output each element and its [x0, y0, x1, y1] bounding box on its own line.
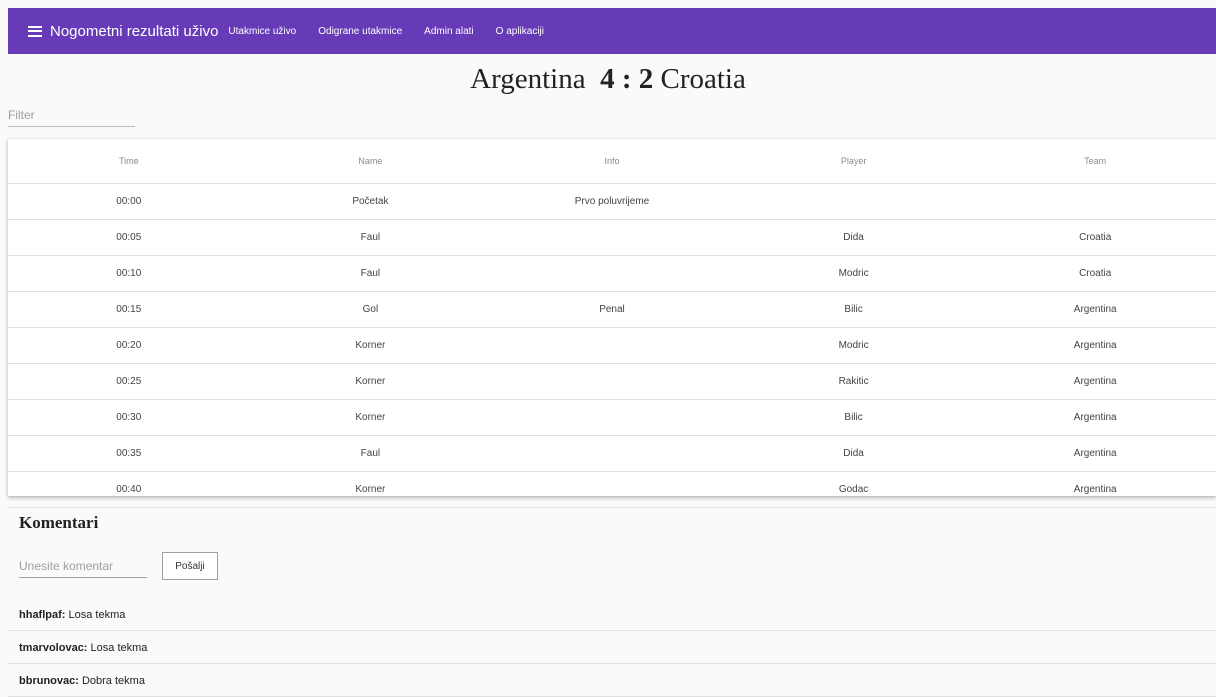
cell-info [491, 363, 733, 400]
comment-text: Losa tekma [68, 609, 126, 621]
cell-player: Rakitic [732, 363, 975, 400]
cell-time: 00:25 [8, 363, 250, 400]
cell-time: 00:30 [8, 399, 250, 436]
list-item: tmarvolovac: Losa tekma [8, 631, 1216, 664]
comment-author: bbrunovac: [19, 675, 79, 687]
cell-time: 00:35 [8, 435, 250, 472]
comment-text: Dobra tekma [81, 675, 145, 687]
cell-time: 00:10 [8, 255, 250, 292]
list-item: bbrunovac: Dobra tekma [8, 664, 1216, 697]
nav-link-live-matches[interactable]: Utakmice uživo [228, 26, 296, 37]
cell-name: Početak [249, 183, 492, 220]
cell-info [491, 435, 733, 472]
cell-info [491, 399, 733, 436]
comments-list: hhaflpaf: Losa tekma tmarvolovac: Losa t… [8, 598, 1216, 697]
table-row: 00:35 Faul Dida Argentina [8, 435, 1216, 472]
list-item: hhaflpaf: Losa tekma [8, 598, 1216, 631]
table-header-row: Time Name Info Player Team [8, 139, 1216, 184]
cell-name: Korner [249, 363, 492, 400]
comment-text: Losa tekma [90, 642, 148, 654]
cell-name: Faul [249, 435, 492, 472]
cell-player: Dida [732, 219, 975, 256]
cell-time: 00:40 [8, 471, 250, 508]
cell-name: Faul [249, 219, 492, 256]
cell-player: Godac [732, 471, 975, 508]
table-row: 00:05 Faul Dida Croatia [8, 219, 1216, 256]
table-row: 00:30 Korner Bilic Argentina [8, 399, 1216, 436]
cell-name: Korner [249, 327, 492, 364]
cell-team: Argentina [974, 363, 1216, 400]
cell-team [974, 183, 1216, 220]
cell-time: 00:05 [8, 219, 250, 256]
top-toolbar: Nogometni rezultati uživo Utakmice uživo… [8, 8, 1216, 54]
cell-info: Prvo poluvrijeme [491, 183, 733, 220]
cell-team: Argentina [974, 291, 1216, 328]
table-row: 00:15 Gol Penal Bilic Argentina [8, 291, 1216, 328]
cell-team: Argentina [974, 435, 1216, 472]
cell-team: Argentina [974, 399, 1216, 436]
cell-player: Modric [732, 255, 975, 292]
cell-name: Korner [249, 471, 492, 508]
comment-author: tmarvolovac: [19, 642, 88, 654]
cell-time: 00:00 [8, 183, 250, 220]
comment-field [19, 557, 147, 578]
table-row: 00:00 Početak Prvo poluvrijeme [8, 183, 1216, 220]
hamburger-menu-icon[interactable] [28, 25, 42, 37]
comment-input[interactable] [19, 559, 147, 573]
cell-team: Croatia [974, 219, 1216, 256]
nav-link-admin-tools[interactable]: Admin alati [424, 26, 473, 37]
table-row: 00:25 Korner Rakitic Argentina [8, 363, 1216, 400]
filter-input[interactable] [8, 108, 135, 122]
events-table-card: Time Name Info Player Team 00:00 Početak… [8, 139, 1216, 508]
cell-team: Croatia [974, 255, 1216, 292]
cell-player [732, 183, 975, 220]
app-title[interactable]: Nogometni rezultati uživo [50, 23, 218, 40]
home-team-name: Argentina [470, 63, 586, 95]
table-row: 00:40 Korner Godac Argentina [8, 471, 1216, 508]
cell-player: Bilic [732, 291, 975, 328]
column-header-team: Team [974, 139, 1216, 184]
column-header-name: Name [249, 139, 492, 184]
away-team-score: 2 [638, 63, 654, 95]
cell-name: Gol [249, 291, 492, 328]
comment-author: hhaflpaf: [19, 609, 66, 621]
table-row: 00:20 Korner Modric Argentina [8, 327, 1216, 364]
cell-name: Faul [249, 255, 492, 292]
cell-info [491, 327, 733, 364]
match-score-heading: Argentina 4 : 2 Croatia [0, 63, 1216, 96]
cell-name: Korner [249, 399, 492, 436]
column-header-info: Info [491, 139, 733, 184]
score-separator: : [621, 63, 632, 95]
events-table: Time Name Info Player Team 00:00 Početak… [8, 139, 1216, 508]
cell-info [491, 255, 733, 292]
filter-field [8, 106, 135, 127]
cell-player: Dida [732, 435, 975, 472]
cell-info: Penal [491, 291, 733, 328]
home-team-score: 4 [600, 63, 615, 95]
cell-team: Argentina [974, 327, 1216, 364]
cell-time: 00:20 [8, 327, 250, 364]
column-header-player: Player [732, 139, 975, 184]
cell-player: Modric [732, 327, 975, 364]
cell-info [491, 471, 733, 508]
cell-info [491, 219, 733, 256]
nav-link-about[interactable]: O aplikaciji [496, 26, 544, 37]
column-header-time: Time [8, 139, 250, 184]
nav-link-played-matches[interactable]: Odigrane utakmice [318, 26, 402, 37]
cell-player: Bilic [732, 399, 975, 436]
cell-time: 00:15 [8, 291, 250, 328]
cell-team: Argentina [974, 471, 1216, 508]
away-team-name: Croatia [660, 63, 746, 95]
table-row: 00:10 Faul Modric Croatia [8, 255, 1216, 292]
send-comment-button[interactable]: Pošalji [162, 552, 218, 580]
comments-heading: Komentari [19, 513, 99, 532]
